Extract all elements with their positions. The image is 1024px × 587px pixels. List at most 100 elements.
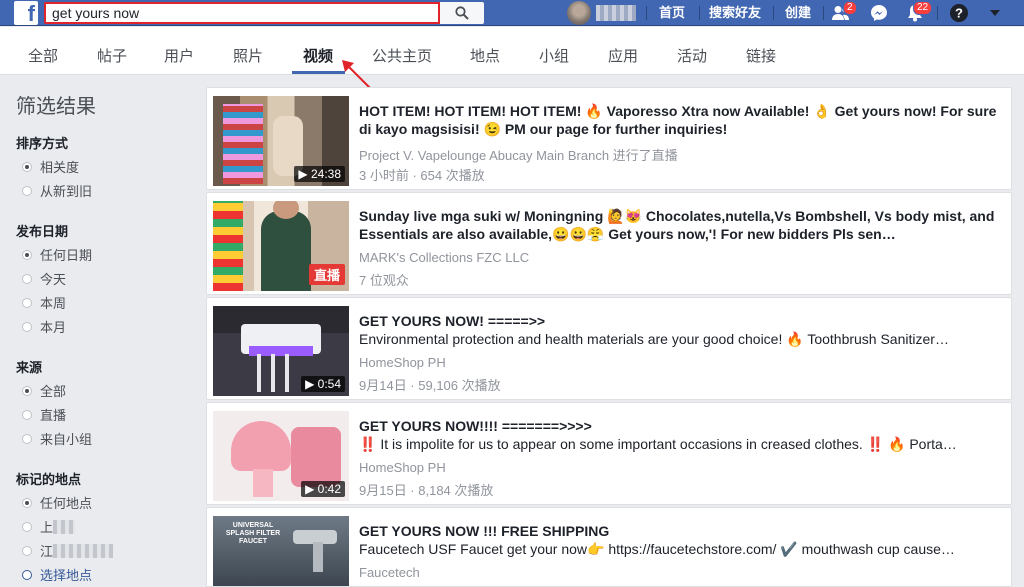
search-tabs: 全部 帖子 用户 照片 视频 公共主页 地点 小组 应用 活动 链接 [0, 27, 1024, 75]
video-duration: ▶ 0:54 [301, 376, 345, 392]
source-option-live[interactable]: 直播 [22, 405, 66, 424]
video-description: Environmental protection and health mate… [359, 331, 949, 347]
radio-icon [22, 185, 32, 196]
search-button[interactable] [440, 2, 484, 24]
divider [773, 6, 774, 20]
video-source[interactable]: HomeShop PH [359, 355, 446, 370]
date-option-today[interactable]: 今天 [22, 269, 66, 288]
radio-icon [22, 321, 32, 332]
video-description: ‼️ It is impolite for us to appear on so… [359, 436, 957, 452]
tab-links[interactable]: 链接 [746, 45, 776, 66]
radio-checked-icon [22, 249, 32, 260]
video-title[interactable]: GET YOURS NOW!!!! =======>>>> [359, 417, 999, 435]
tab-all[interactable]: 全部 [28, 45, 58, 66]
date-option-month[interactable]: 本月 [22, 317, 66, 336]
tab-groups[interactable]: 小组 [539, 45, 569, 66]
result-card[interactable]: 直播 Sunday live mga suki w/ Moningning 🙋😻… [206, 192, 1012, 295]
radio-icon [22, 409, 32, 420]
live-badge: 直播 [308, 264, 345, 285]
location-option-any[interactable]: 任何地点 [22, 493, 92, 512]
tab-posts[interactable]: 帖子 [97, 45, 127, 66]
thumbnail-caption: UNIVERSAL SPLASH FILTER FAUCET [225, 522, 281, 545]
divider [823, 6, 824, 20]
notifications-badge: 22 [913, 1, 933, 15]
help-button[interactable]: ? [949, 3, 969, 23]
video-source[interactable]: Project V. Vapelounge Abucay Main Branch… [359, 145, 678, 164]
video-thumbnail[interactable]: ▶ 0:42 [213, 411, 349, 501]
date-option-week[interactable]: 本周 [22, 293, 66, 312]
help-icon: ? [950, 4, 968, 22]
blurred-text [53, 543, 114, 558]
sort-option-relevance[interactable]: 相关度 [22, 157, 79, 176]
account-menu-button[interactable] [985, 3, 1005, 23]
video-thumbnail[interactable]: ▶ 0:54 [213, 306, 349, 396]
tab-pages[interactable]: 公共主页 [372, 45, 432, 66]
friend-requests-badge: 2 [843, 1, 857, 15]
nav-create-link[interactable]: 创建 [785, 4, 811, 22]
nav-home-link[interactable]: 首页 [659, 4, 685, 22]
video-meta: 7 位观众 [359, 273, 409, 288]
sort-option-newest[interactable]: 从新到旧 [22, 181, 92, 200]
source-option-all[interactable]: 全部 [22, 381, 66, 400]
radio-icon [22, 545, 32, 556]
video-results: ▶ 24:38 HOT ITEM! HOT ITEM! HOT ITEM! 🔥 … [206, 87, 1012, 587]
radio-icon [22, 273, 32, 284]
blurred-text [53, 519, 76, 534]
video-source[interactable]: MARK's Collections FZC LLC [359, 250, 529, 265]
messenger-icon [871, 5, 887, 21]
date-option-any[interactable]: 任何日期 [22, 245, 92, 264]
tab-events[interactable]: 活动 [677, 45, 707, 66]
result-card[interactable]: ▶ 24:38 HOT ITEM! HOT ITEM! HOT ITEM! 🔥 … [206, 87, 1012, 190]
result-card[interactable]: ▶ 0:54 GET YOURS NOW! =====>> Environmen… [206, 297, 1012, 400]
radio-icon [22, 521, 32, 532]
video-meta: 9月14日 · 59,106 次播放 [359, 378, 501, 393]
tab-people[interactable]: 用户 [164, 45, 194, 66]
search-icon [455, 6, 469, 20]
tab-videos[interactable]: 视频 [303, 45, 333, 66]
notifications-button[interactable]: 22 [905, 1, 933, 23]
video-title[interactable]: GET YOURS NOW! =====>> [359, 312, 999, 330]
radio-checked-icon [22, 385, 32, 396]
tab-apps[interactable]: 应用 [608, 45, 638, 66]
video-source[interactable]: HomeShop PH [359, 460, 446, 475]
divider [646, 6, 647, 20]
active-tab-indicator [292, 71, 345, 74]
video-duration: ▶ 24:38 [294, 166, 345, 182]
caret-down-icon [990, 10, 1000, 16]
top-bar: f get yours now 首页 搜索好友 创建 2 22 ? [0, 0, 1024, 26]
video-title[interactable]: HOT ITEM! HOT ITEM! HOT ITEM! 🔥 Vaporess… [359, 102, 999, 138]
messenger-button[interactable] [869, 3, 889, 23]
filter-title: 筛选结果 [16, 96, 96, 118]
sort-heading: 排序方式 [16, 136, 69, 151]
radio-icon [22, 433, 32, 444]
radio-checked-icon [22, 161, 32, 172]
source-option-groups[interactable]: 来自小组 [22, 429, 92, 448]
facebook-logo-icon[interactable]: f [14, 1, 38, 26]
divider [699, 6, 700, 20]
profile-name-blurred[interactable] [596, 5, 636, 21]
date-heading: 发布日期 [16, 224, 69, 239]
radio-icon [22, 297, 32, 308]
video-thumbnail[interactable]: 直播 [213, 201, 349, 291]
location-option-blurred-2[interactable]: 江 [22, 541, 114, 560]
video-duration: ▶ 0:42 [301, 481, 345, 497]
location-heading: 标记的地点 [16, 472, 82, 487]
video-title[interactable]: Sunday live mga suki w/ Moningning 🙋😻 Ch… [359, 207, 999, 243]
location-option-blurred-1[interactable]: 上 [22, 517, 76, 536]
source-heading: 来源 [16, 360, 43, 375]
nav-find-friends-link[interactable]: 搜索好友 [709, 4, 761, 22]
avatar[interactable] [567, 1, 591, 25]
search-input[interactable]: get yours now [44, 2, 440, 24]
video-thumbnail[interactable]: UNIVERSAL SPLASH FILTER FAUCET [213, 516, 349, 586]
video-source[interactable]: Faucetech [359, 565, 420, 580]
tab-photos[interactable]: 照片 [233, 45, 263, 66]
divider [937, 6, 938, 20]
friend-requests-button[interactable]: 2 [831, 1, 857, 23]
result-card[interactable]: ▶ 0:42 GET YOURS NOW!!!! =======>>>> ‼️ … [206, 402, 1012, 505]
tab-places[interactable]: 地点 [470, 45, 500, 66]
video-title[interactable]: GET YOURS NOW !!! FREE SHIPPING [359, 522, 999, 540]
result-card[interactable]: UNIVERSAL SPLASH FILTER FAUCET GET YOURS… [206, 507, 1012, 587]
video-thumbnail[interactable]: ▶ 24:38 [213, 96, 349, 186]
video-description: Faucetech USF Faucet get your now👉 https… [359, 541, 955, 557]
svg-text:?: ? [955, 6, 963, 21]
